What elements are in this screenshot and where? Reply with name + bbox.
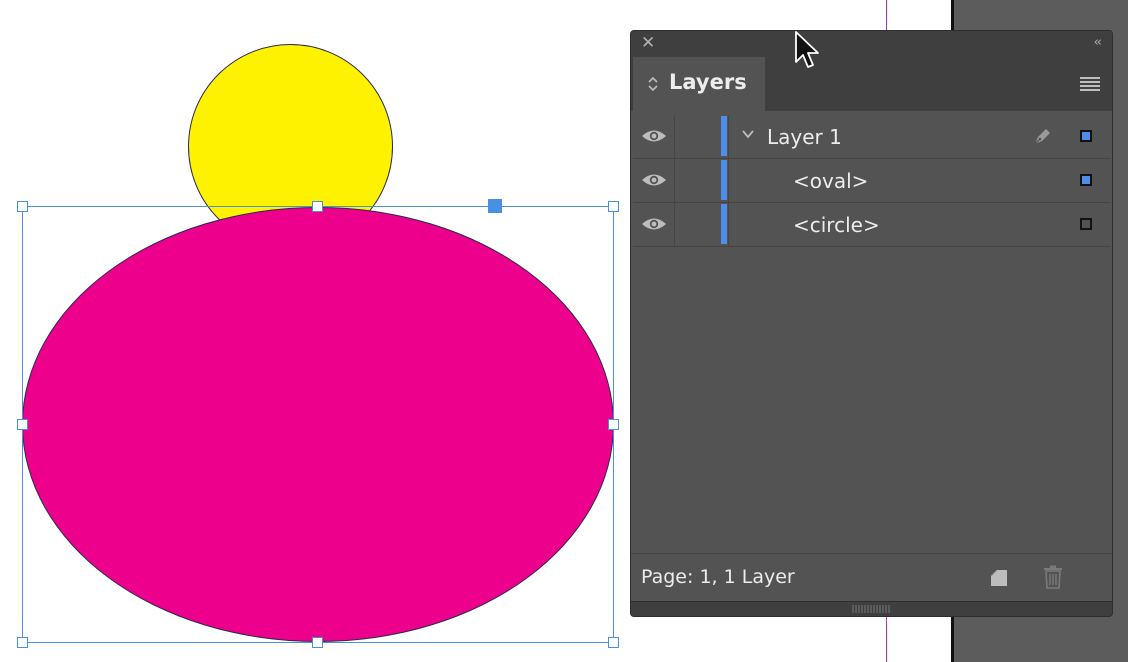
column-divider [728,115,729,158]
resize-handle-bottom-center[interactable] [312,637,323,648]
updown-arrows-icon[interactable] [647,75,659,93]
resize-handle-middle-left[interactable] [17,419,28,430]
resize-handle-middle-right[interactable] [608,419,619,430]
layer-name: Layer 1 [767,125,842,149]
layer-color-bar [721,204,727,244]
page-layer-count: Page: 1, 1 Layer [641,566,795,588]
tab-layers[interactable]: Layers [633,57,765,111]
eye-icon[interactable] [641,128,667,144]
layers-list: Layer 1 <oval> <circle> [633,115,1110,247]
panel-tabbar: Layers [631,57,1112,111]
resize-handle-top-right[interactable] [608,201,619,212]
resize-handle-bottom-left[interactable] [17,637,28,648]
layer-color-bar [721,116,727,156]
column-divider [674,203,675,246]
selection-square[interactable] [1080,130,1092,142]
column-divider [674,159,675,202]
panel-footer: Page: 1, 1 Layer [631,553,1112,602]
eye-icon[interactable] [641,172,667,188]
trash-icon[interactable] [1042,565,1064,589]
column-divider [728,159,729,202]
selection-square[interactable] [1080,174,1092,186]
column-divider [674,115,675,158]
resize-grip-icon[interactable] [851,605,891,613]
object-name: <oval> [793,169,869,193]
object-name: <circle> [793,213,880,237]
selection-frame [22,206,614,643]
panel-titlebar[interactable]: ✕ ‹‹ [631,31,1112,57]
layer-row-circle[interactable]: <circle> [633,203,1110,247]
mouse-cursor-icon [795,31,819,68]
tab-layers-label: Layers [669,70,747,94]
pen-icon [1034,129,1050,145]
collapse-icon[interactable]: ‹‹ [1094,35,1103,50]
selection-square[interactable] [1080,218,1092,230]
chevron-down-icon[interactable] [741,127,755,141]
layer-color-bar [721,160,727,200]
new-layer-icon[interactable] [989,566,1009,588]
close-icon[interactable]: ✕ [641,34,657,52]
panel-resize-bar[interactable] [631,601,1112,616]
layer-row-layer-1[interactable]: Layer 1 [633,115,1110,159]
eye-icon[interactable] [641,216,667,232]
panel-menu-icon[interactable] [1080,77,1100,91]
content-grabber-handle[interactable] [488,199,502,213]
resize-handle-bottom-right[interactable] [608,637,619,648]
layers-panel: ✕ ‹‹ Layers Layer 1 <oval> <circle> Page… [630,30,1113,617]
resize-handle-top-center[interactable] [312,201,323,212]
resize-handle-top-left[interactable] [17,201,28,212]
column-divider [728,203,729,246]
layer-row-oval[interactable]: <oval> [633,159,1110,203]
